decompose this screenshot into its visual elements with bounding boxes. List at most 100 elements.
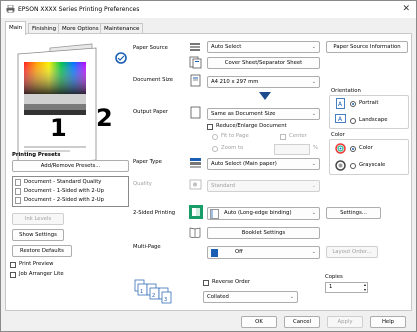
- zoom-to-radio[interactable]: [212, 146, 218, 152]
- landscape-icon: A: [335, 114, 346, 123]
- preview-page-2: 2: [96, 104, 113, 132]
- arrow-down-icon: [259, 92, 271, 100]
- apply-button[interactable]: Apply: [327, 316, 363, 328]
- copies-input[interactable]: 1 ▴ ▾: [325, 282, 368, 293]
- printer-icon: [6, 5, 15, 13]
- preview-page-1: 1: [50, 114, 67, 142]
- zoom-to-label: Zoom to: [221, 145, 244, 151]
- paper-source-info-button[interactable]: Paper Source Information: [326, 41, 408, 53]
- presets-list[interactable]: Document - Standard Quality Document - 1…: [12, 176, 129, 207]
- preset-item[interactable]: Document - 1-Sided with 2-Up: [24, 188, 104, 194]
- output-paper-value: Same as Document Size: [211, 111, 276, 117]
- grayscale-label: Grayscale: [359, 162, 386, 168]
- spinner-arrows-icon[interactable]: ▴ ▾: [364, 282, 366, 292]
- svg-text:1: 1: [140, 289, 143, 295]
- printing-presets-label: Printing Presets: [12, 152, 61, 158]
- help-button[interactable]: Help: [370, 316, 406, 328]
- document-size-label: Document Size: [133, 77, 173, 83]
- portrait-radio[interactable]: [350, 101, 356, 107]
- svg-text:3: 3: [164, 297, 167, 303]
- paper-tray-icon: [190, 43, 200, 51]
- chevron-down-icon: ⌄: [311, 79, 316, 85]
- copies-label: Copies: [325, 274, 343, 280]
- color-label: Color: [331, 132, 345, 138]
- paper-source-label: Paper Source: [133, 45, 168, 51]
- ink-levels-button[interactable]: Ink Levels: [12, 213, 64, 225]
- reduce-enlarge-label: Reduce/Enlarge Document: [216, 123, 287, 129]
- color-wheel-icon: [335, 143, 346, 154]
- reduce-enlarge-checkbox[interactable]: [207, 124, 213, 130]
- paper-type-icon: [190, 158, 201, 168]
- color-option-label: Color: [359, 145, 373, 151]
- quality-select[interactable]: Standard ⌄: [207, 180, 320, 192]
- cover-separator-sheet-button[interactable]: Cover Sheet/Separator Sheet: [207, 57, 320, 69]
- multi-page-select[interactable]: Off ⌄: [207, 246, 320, 259]
- cancel-button[interactable]: Cancel: [284, 316, 320, 328]
- center-checkbox[interactable]: [280, 134, 286, 140]
- multi-page-value: Off: [235, 249, 243, 255]
- fit-to-page-label: Fit to Page: [221, 133, 249, 139]
- preset-item[interactable]: Document - Standard Quality: [24, 179, 101, 185]
- color-radio[interactable]: [350, 146, 356, 152]
- add-remove-presets-button[interactable]: Add/Remove Presets...: [12, 160, 129, 172]
- two-sided-icon: [189, 205, 203, 219]
- print-preview-label: Print Preview: [19, 261, 54, 267]
- document-size-select[interactable]: A4 210 x 297 mm ⌄: [207, 76, 320, 88]
- job-arranger-label: Job Arranger Lite: [19, 271, 64, 277]
- output-paper-icon: [190, 106, 201, 119]
- quality-icon: [189, 179, 202, 190]
- preset-document-icon: [15, 179, 21, 186]
- main-panel: 1 2 Paper Source Auto Select ⌄ Paper Sour…: [5, 33, 412, 311]
- reverse-order-label: Reverse Order: [212, 279, 251, 285]
- multi-page-icon: [211, 249, 218, 257]
- booklet-settings-button[interactable]: Booklet Settings: [207, 227, 320, 239]
- layout-order-button[interactable]: Layout Order...: [326, 246, 378, 258]
- two-sided-settings-button[interactable]: Settings...: [326, 207, 381, 219]
- restore-defaults-button[interactable]: Restore Defaults: [12, 245, 72, 257]
- copies-value: 1: [329, 284, 333, 290]
- booklet-icon: [189, 227, 201, 238]
- chevron-down-icon: ⌄: [311, 44, 316, 50]
- chevron-down-icon: ⌄: [311, 210, 316, 216]
- ok-button[interactable]: OK: [241, 316, 277, 328]
- long-edge-icon: [210, 209, 219, 219]
- chevron-down-icon: ⌄: [311, 249, 316, 255]
- paper-source-select[interactable]: Auto Select ⌄: [207, 41, 320, 53]
- tab-main[interactable]: Main: [5, 21, 27, 35]
- window-title: EPSON XXXX Series Printing Preferences: [18, 6, 140, 13]
- printing-preferences-window: EPSON XXXX Series Printing Preferences ✕…: [0, 0, 417, 332]
- orientation-label: Orientation: [331, 88, 361, 94]
- title-bar: EPSON XXXX Series Printing Preferences ✕: [1, 1, 416, 18]
- svg-text:2: 2: [152, 293, 155, 299]
- output-paper-select[interactable]: Same as Document Size ⌄: [207, 108, 320, 120]
- document-size-icon: [190, 74, 201, 87]
- landscape-radio[interactable]: [350, 118, 356, 124]
- collate-value: Collated: [207, 294, 229, 300]
- preset-document-icon: [15, 188, 21, 195]
- output-paper-label: Output Paper: [133, 109, 169, 115]
- grayscale-radio[interactable]: [350, 163, 356, 169]
- show-settings-button[interactable]: Show Settings: [12, 229, 64, 241]
- grayscale-icon: [335, 160, 346, 171]
- reverse-order-checkbox[interactable]: [203, 280, 209, 286]
- quality-label: Quality: [133, 181, 152, 187]
- chevron-down-icon: ⌄: [289, 294, 294, 300]
- document-size-value: A4 210 x 297 mm: [211, 79, 259, 85]
- paper-type-label: Paper Type: [133, 159, 162, 165]
- fit-to-page-radio[interactable]: [212, 134, 218, 140]
- chevron-down-icon: ⌄: [311, 161, 316, 167]
- zoom-percent-input[interactable]: [274, 144, 310, 155]
- chevron-down-icon: ⌄: [311, 111, 316, 117]
- close-icon[interactable]: ✕: [402, 4, 410, 14]
- preset-item[interactable]: Document - 2-Sided with 2-Up: [24, 197, 104, 203]
- print-preview-checkbox[interactable]: [10, 262, 16, 268]
- two-sided-select[interactable]: Auto (Long-edge binding) ⌄: [207, 207, 320, 220]
- landscape-label: Landscape: [359, 117, 388, 123]
- collate-select[interactable]: Collated ⌄: [203, 291, 298, 303]
- separator-sheet-icon: [189, 56, 202, 69]
- preset-document-icon: [15, 197, 21, 204]
- paper-type-select[interactable]: Auto Select (Main paper) ⌄: [207, 158, 320, 170]
- two-sided-label: 2-Sided Printing: [133, 210, 176, 216]
- job-arranger-checkbox[interactable]: [10, 272, 16, 278]
- portrait-icon: A: [336, 98, 345, 109]
